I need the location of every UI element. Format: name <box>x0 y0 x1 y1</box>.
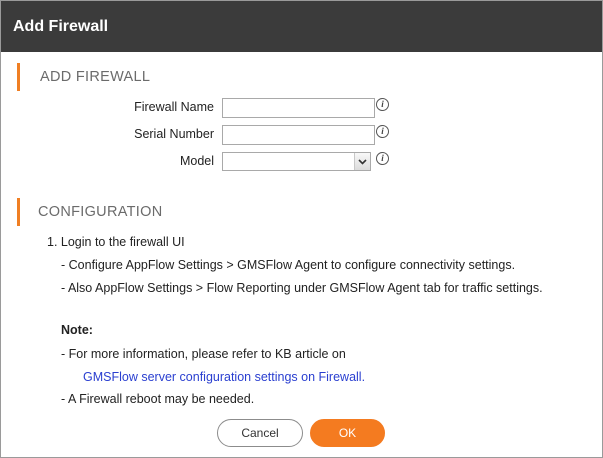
section-header-configuration: CONFIGURATION <box>17 198 162 226</box>
cancel-button[interactable]: Cancel <box>217 419 303 447</box>
dialog-title: Add Firewall <box>13 18 109 35</box>
section-title-configuration: CONFIGURATION <box>38 204 163 220</box>
note-label: Note: <box>61 323 93 337</box>
model-label: Model <box>179 154 214 168</box>
serial-number-label: Serial Number <box>134 127 214 141</box>
firewall-name-label: Firewall Name <box>134 100 214 114</box>
dialog-titlebar: Add Firewall <box>1 1 602 52</box>
firewall-name-info-icon[interactable]: i <box>376 98 389 111</box>
note-kb-text: - For more information, please refer to … <box>61 347 346 361</box>
section-header-add-firewall: ADD FIREWALL <box>17 63 150 91</box>
ok-button[interactable]: OK <box>310 419 385 447</box>
config-step-1-detail-b: - Also AppFlow Settings > Flow Reporting… <box>61 281 543 295</box>
add-firewall-dialog: Add Firewall ADD FIREWALL Firewall Name … <box>0 0 603 458</box>
model-info-icon[interactable]: i <box>376 152 389 165</box>
kb-article-link[interactable]: GMSFlow server configuration settings on… <box>83 370 365 384</box>
firewall-name-input[interactable] <box>222 98 375 118</box>
config-step-1-detail-a: - Configure AppFlow Settings > GMSFlow A… <box>61 258 516 272</box>
serial-number-info-icon[interactable]: i <box>376 125 389 138</box>
note-reboot-text: - A Firewall reboot may be needed. <box>61 392 255 406</box>
chevron-down-icon[interactable] <box>354 153 370 170</box>
section-title-add-firewall: ADD FIREWALL <box>40 69 151 85</box>
model-select[interactable] <box>222 152 371 171</box>
serial-number-input[interactable] <box>222 125 375 145</box>
config-step-1: 1. Login to the firewall UI <box>47 235 185 249</box>
